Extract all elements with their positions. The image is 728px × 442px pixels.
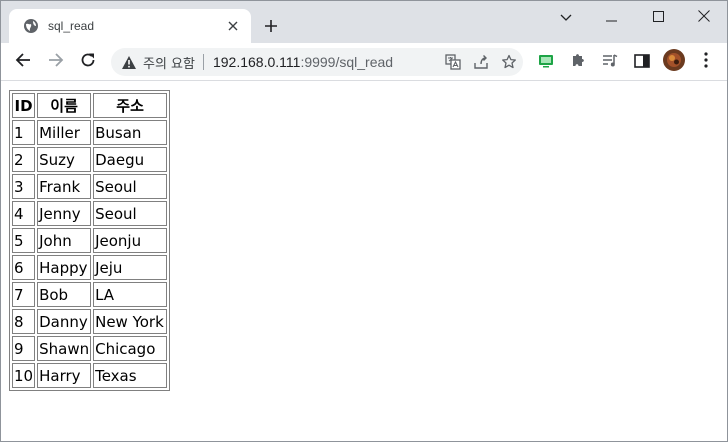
- chevron-down-icon: [560, 7, 572, 26]
- cell-address: Busan: [93, 120, 168, 145]
- table-row: 5 John Jeonju: [12, 228, 168, 253]
- table-row: 7 Bob LA: [12, 282, 168, 307]
- side-panel-icon: [634, 53, 650, 72]
- star-icon[interactable]: [495, 48, 523, 76]
- arrow-left-icon: [15, 52, 31, 72]
- cell-name: Frank: [37, 174, 92, 199]
- tab-title: sql_read: [48, 19, 95, 33]
- cell-id: 4: [12, 201, 36, 226]
- extensions-button[interactable]: [564, 48, 592, 76]
- reload-icon: [80, 52, 96, 72]
- cell-id: 6: [12, 255, 36, 280]
- cell-address: Texas: [93, 363, 168, 388]
- arrow-right-icon: [48, 52, 64, 72]
- cell-address: LA: [93, 282, 168, 307]
- more-vertical-icon: [704, 52, 708, 72]
- media-queue-icon: [602, 53, 618, 72]
- cell-id: 7: [12, 282, 36, 307]
- cell-id: 9: [12, 336, 36, 361]
- address-bar[interactable]: 주의 요함 192.168.0.111:9999/sql_read: [111, 48, 523, 76]
- reload-button[interactable]: [74, 48, 102, 76]
- puzzle-icon: [570, 52, 586, 72]
- table-row: 8 Danny New York: [12, 309, 168, 334]
- cell-id: 1: [12, 120, 36, 145]
- table-row: 10 Harry Texas: [12, 363, 168, 388]
- cell-id: 3: [12, 174, 36, 199]
- menu-button[interactable]: [692, 48, 720, 76]
- media-control-button[interactable]: [596, 48, 624, 76]
- cell-name: John: [37, 228, 92, 253]
- cell-name: Miller: [37, 120, 92, 145]
- plus-icon: [264, 18, 278, 37]
- maximize-button[interactable]: [635, 1, 681, 31]
- cell-name: Suzy: [37, 147, 92, 172]
- cell-name: Harry: [37, 363, 92, 388]
- translate-icon[interactable]: [439, 48, 467, 76]
- header-id: ID: [12, 93, 36, 118]
- security-status[interactable]: 주의 요함: [143, 53, 195, 72]
- cell-id: 5: [12, 228, 36, 253]
- avatar: [663, 49, 685, 75]
- table-row: 1 Miller Busan: [12, 120, 168, 145]
- cell-address: New York: [93, 309, 168, 334]
- close-icon[interactable]: [223, 16, 243, 36]
- forward-button[interactable]: [42, 48, 70, 76]
- tab-sql-read[interactable]: sql_read: [9, 9, 251, 43]
- side-panel-button[interactable]: [628, 48, 656, 76]
- warning-icon[interactable]: [121, 54, 137, 70]
- browser-window: sql_read 주의 요함 192.168.0.111:9999/sql_re…: [0, 0, 728, 442]
- back-button[interactable]: [9, 48, 37, 76]
- cell-id: 2: [12, 147, 36, 172]
- cell-address: Seoul: [93, 174, 168, 199]
- cell-name: Bob: [37, 282, 92, 307]
- table-row: 9 Shawn Chicago: [12, 336, 168, 361]
- table-header-row: ID 이름 주소: [12, 93, 168, 118]
- tab-search-button[interactable]: [543, 1, 589, 31]
- minimize-icon: [606, 7, 618, 26]
- sql-results-table: ID 이름 주소 1 Miller Busan 2 Suzy Daegu 3 Frank Seo…: [9, 90, 171, 391]
- new-tab-button[interactable]: [259, 15, 283, 39]
- url-host: 192.168.0.111: [212, 54, 301, 70]
- cell-id: 8: [12, 309, 36, 334]
- url-text[interactable]: 192.168.0.111:9999/sql_read: [213, 54, 439, 70]
- cell-id: 10: [12, 363, 36, 388]
- share-icon[interactable]: [467, 48, 495, 76]
- cell-name: Jenny: [37, 201, 92, 226]
- extension-screen-button[interactable]: [532, 48, 560, 76]
- globe-icon: [23, 18, 39, 34]
- profile-button[interactable]: [660, 48, 688, 76]
- table-row: 3 Frank Seoul: [12, 174, 168, 199]
- screen-extension-icon: [538, 53, 554, 72]
- cell-address: Daegu: [93, 147, 168, 172]
- table-row: 6 Happy Jeju: [12, 255, 168, 280]
- cell-address: Jeonju: [93, 228, 168, 253]
- browser-toolbar: 주의 요함 192.168.0.111:9999/sql_read: [1, 43, 727, 81]
- header-address: 주소: [93, 93, 168, 118]
- cell-address: Seoul: [93, 201, 168, 226]
- cell-address: Chicago: [93, 336, 168, 361]
- tab-strip: sql_read: [1, 1, 727, 43]
- maximize-icon: [652, 7, 664, 26]
- omnibox-divider: [202, 54, 204, 70]
- minimize-button[interactable]: [589, 1, 635, 31]
- table-row: 2 Suzy Daegu: [12, 147, 168, 172]
- header-name: 이름: [37, 93, 92, 118]
- cell-name: Danny: [37, 309, 92, 334]
- table-row: 4 Jenny Seoul: [12, 201, 168, 226]
- cell-name: Shawn: [37, 336, 92, 361]
- cell-name: Happy: [37, 255, 92, 280]
- close-icon: [698, 7, 710, 26]
- close-window-button[interactable]: [681, 1, 727, 31]
- cell-address: Jeju: [93, 255, 168, 280]
- page-content: ID 이름 주소 1 Miller Busan 2 Suzy Daegu 3 Frank Seo…: [1, 82, 727, 441]
- url-path: :9999/sql_read: [300, 54, 394, 70]
